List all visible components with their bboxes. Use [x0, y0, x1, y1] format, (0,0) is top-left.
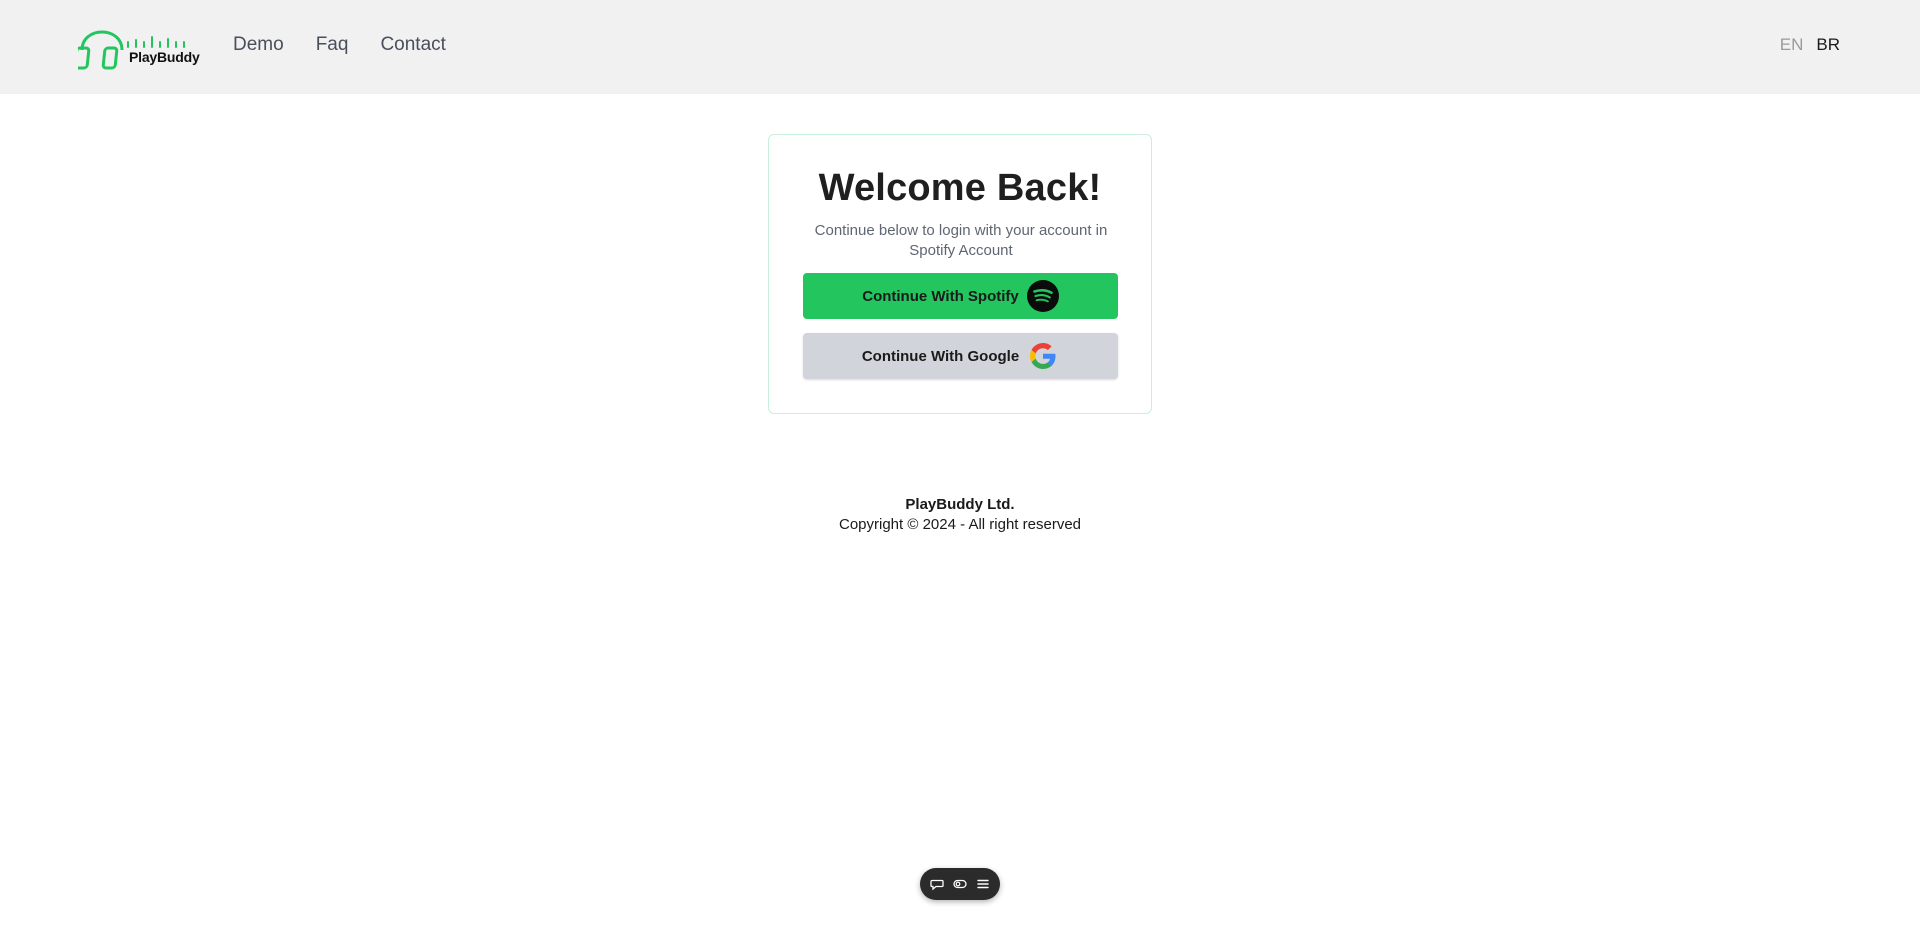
continue-with-google-button[interactable]: Continue With Google [803, 333, 1118, 379]
login-title: Welcome Back! [818, 167, 1102, 209]
main-nav: Demo Faq Contact [233, 34, 446, 56]
google-button-label: Continue With Google [861, 347, 1020, 365]
spotify-icon [1026, 280, 1059, 312]
language-switcher: EN BR [1780, 34, 1840, 56]
toggle-icon[interactable] [953, 877, 967, 891]
footer-company: PlayBuddy Ltd. [905, 496, 1015, 513]
google-icon [1030, 343, 1056, 369]
nav-link-faq[interactable]: Faq [316, 34, 349, 56]
spotify-button-label: Continue With Spotify [862, 287, 1019, 305]
top-navbar: PlayBuddy Demo Faq Contact EN BR [0, 0, 1920, 94]
menu-icon[interactable] [976, 877, 990, 891]
logo-text: PlayBuddy [129, 49, 200, 65]
nav-link-contact[interactable]: Contact [380, 34, 445, 56]
footer-copyright: Copyright © 2024 - All right reserved [839, 516, 1081, 533]
floating-toolbar [920, 868, 1000, 900]
login-card: Welcome Back! Continue below to login wi… [768, 134, 1152, 414]
language-br[interactable]: BR [1816, 34, 1840, 56]
comment-icon[interactable] [930, 877, 944, 891]
footer: PlayBuddy Ltd. Copyright © 2024 - All ri… [0, 495, 1920, 535]
playbuddy-logo[interactable]: PlayBuddy [78, 20, 202, 70]
login-subtitle: Continue below to login with your accoun… [814, 222, 1108, 259]
language-en[interactable]: EN [1780, 34, 1804, 56]
nav-link-demo[interactable]: Demo [233, 34, 284, 56]
continue-with-spotify-button[interactable]: Continue With Spotify [803, 273, 1118, 319]
